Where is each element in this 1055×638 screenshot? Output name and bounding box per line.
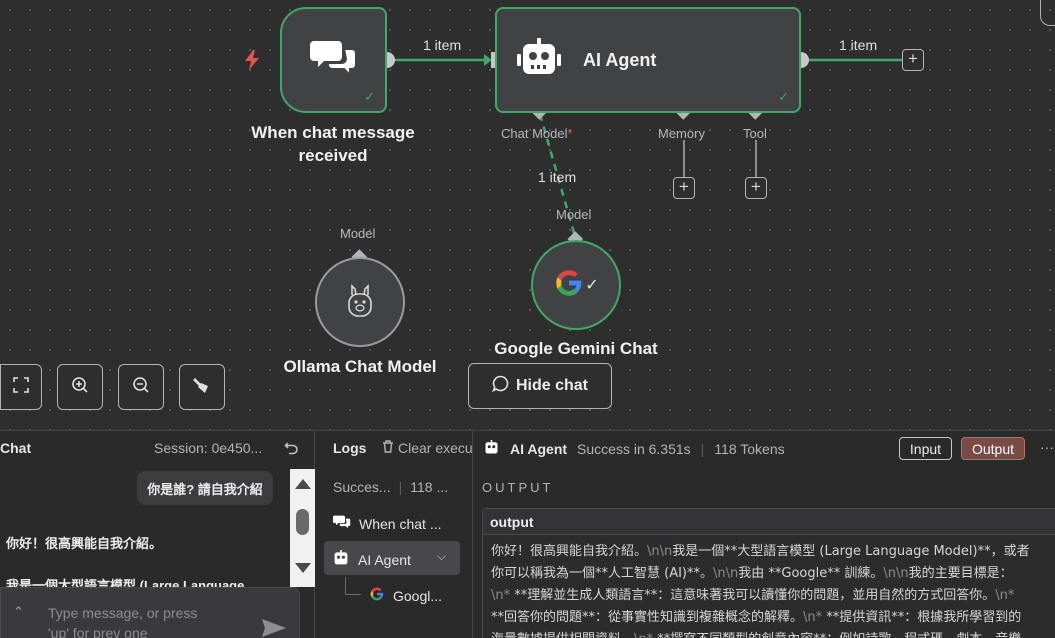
robot-icon [517, 37, 561, 83]
trigger-node[interactable]: ✓ [280, 7, 387, 113]
log-item-trigger[interactable]: When chat ... [333, 514, 441, 533]
google-logo-icon [553, 267, 585, 304]
trash-icon [382, 440, 394, 456]
google-logo-icon [369, 586, 385, 605]
output-text-line: 你好！很高興能自我介紹。\n\n我是一個**大型語言模型 (Large Lang… [491, 544, 1030, 559]
fit-view-button[interactable] [0, 364, 42, 410]
log-tree-line [345, 577, 361, 595]
output-node-header: AI Agent Success in 6.351s | 118 Tokens [483, 440, 785, 458]
trigger-node-label: When chat message received [251, 123, 415, 165]
trigger-agent-item-count: 1 item [423, 37, 462, 53]
clear-execution-button[interactable]: Clear execu [382, 440, 473, 456]
model-item-count: 1 item [538, 169, 577, 185]
tidy-up-icon [192, 375, 212, 400]
canvas-corner-panel [1040, 0, 1055, 26]
user-message: 你是誰? 請自我介紹 [137, 471, 273, 505]
zoom-in-button[interactable] [57, 364, 103, 410]
add-next-node-button[interactable]: + [902, 49, 924, 71]
scroll-up-icon[interactable] [295, 479, 311, 489]
zoom-out-icon [132, 376, 150, 399]
output-field-header [483, 509, 1055, 535]
ai-agent-title: AI Agent [583, 49, 657, 70]
history-up-icon[interactable]: ⌃ [13, 604, 24, 620]
scrollbar-thumb[interactable] [296, 509, 309, 535]
ollama-model-port-label: Model [340, 226, 376, 241]
chat-bubbles-icon [309, 37, 358, 84]
robot-icon [332, 550, 350, 569]
output-text-line: 海量數據提供相關資料。\n* **撰寫不同類型的創意內容**：例如詩歌、程式碼、… [491, 629, 1055, 638]
success-check-icon: ✓ [585, 277, 599, 294]
tidy-up-button[interactable] [179, 364, 225, 410]
input-tab-button[interactable]: Input [899, 437, 952, 460]
send-icon[interactable] [261, 618, 287, 638]
gemini-model-port-label: Model [556, 207, 592, 222]
chat-bubble-icon [492, 375, 509, 397]
log-item-agent[interactable]: AI Agent ⌵ [324, 541, 460, 575]
output-text: 你好！很高興能自我介紹。\n\n我是一個**大型語言模型 (Large Lang… [491, 541, 1055, 638]
robot-icon [483, 440, 500, 458]
logs-title: Logs [333, 440, 367, 456]
ollama-node-label: Ollama Chat Model [283, 357, 437, 376]
chat-pane: Chat Session: 0e450... 你是誰? 請自我介紹 你好！很高興… [0, 431, 315, 638]
trigger-bolt-icon [243, 50, 261, 75]
ollama-node[interactable] [315, 257, 405, 347]
log-item-gemini[interactable]: Googl... [369, 586, 442, 605]
memory-input-label: Memory [658, 126, 705, 141]
gemini-node[interactable]: ✓ [531, 240, 621, 330]
output-text-line: 你可以稱我為一個**人工智慧 (AI)**。\n\n我由 **Google** … [491, 566, 1013, 581]
assistant-message-line: 你好！很高興能自我介紹。 [6, 536, 163, 551]
output-text-line: **回答你的問題**：從事實性知識到複雜概念的解釋。\n* **提供資訊**：根… [491, 610, 1022, 625]
log-summary: Succes... | 118 ... [333, 479, 449, 495]
agent-out-item-count: 1 item [839, 37, 878, 53]
hide-chat-button[interactable]: Hide chat [468, 363, 612, 409]
output-json-box: output 你好！很高興能自我介紹。\n\n我是一個**大型語言模型 (Lar… [482, 508, 1055, 638]
output-text-line: \n* **理解並生成人類語言**：這意味著我可以讀懂你的問題，並用自然的方式回… [491, 588, 1015, 603]
success-check-icon: ✓ [778, 89, 789, 104]
hide-chat-label: Hide chat [515, 377, 588, 394]
success-check-icon: ✓ [364, 89, 375, 104]
add-memory-button[interactable]: + [673, 177, 695, 199]
execution-panel: Chat Session: 0e450... 你是誰? 請自我介紹 你好！很高興… [0, 430, 1055, 638]
fit-view-icon [12, 376, 30, 399]
more-options-icon[interactable]: ··· [1040, 439, 1054, 455]
workflow-canvas[interactable]: ✓ When chat message received 1 item AI A… [0, 0, 1055, 430]
output-field-name: output [490, 514, 534, 530]
chat-bubbles-icon [333, 514, 351, 533]
chat-scrollbar[interactable] [290, 469, 315, 587]
tool-input-label: Tool [743, 126, 767, 141]
zoom-out-button[interactable] [118, 364, 164, 410]
scroll-down-icon[interactable] [295, 563, 311, 573]
chat-message-input[interactable]: ⌃ Type message, or press 'up' for prev o… [0, 587, 300, 638]
logs-pane: Logs Clear execu Succes... | 118 ... Whe… [315, 431, 473, 638]
chat-title: Chat [0, 440, 32, 456]
chevron-down-icon[interactable]: ⌵ [437, 549, 446, 564]
output-section-label: OUTPUT [482, 480, 554, 495]
output-tab-button[interactable]: Output [961, 437, 1025, 460]
add-tool-button[interactable]: + [745, 177, 767, 199]
session-id: Session: 0e450... [154, 440, 263, 456]
zoom-in-icon [71, 376, 89, 399]
output-pane: AI Agent Success in 6.351s | 118 Tokens … [473, 431, 1055, 638]
chat-input-placeholder: Type message, or press 'up' for prev one [48, 605, 198, 638]
ai-agent-node[interactable]: AI Agent ✓ [495, 7, 801, 113]
llama-icon [346, 283, 374, 322]
reset-session-icon[interactable] [284, 441, 298, 460]
chat-model-input-label: Chat Model* [501, 126, 573, 141]
